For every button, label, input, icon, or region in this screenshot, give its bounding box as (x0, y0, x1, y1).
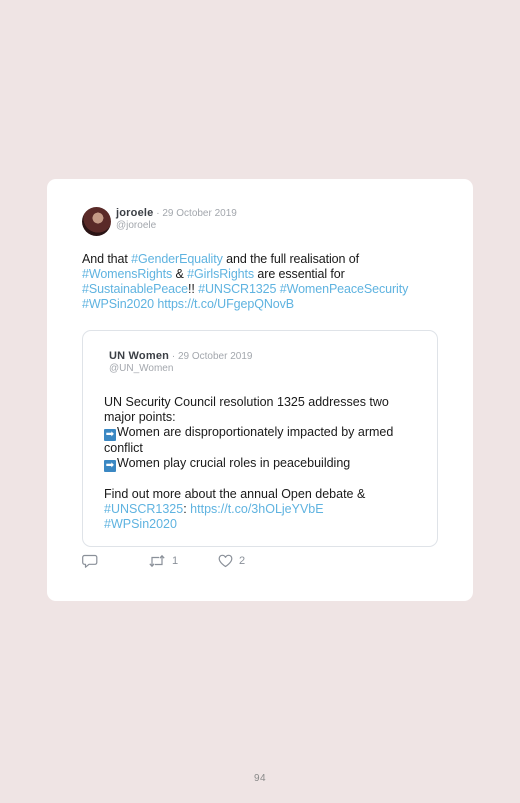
hashtag-link[interactable]: #GirlsRights (187, 267, 254, 281)
tweet-date[interactable]: · 29 October 2019 (153, 208, 237, 219)
quoted-text-line: #UNSCR1325: https://t.co/3hOLjeYVbE (104, 502, 424, 517)
quoted-tweet-text: UN Security Council resolution 1325 addr… (104, 395, 424, 532)
retweet-icon (149, 554, 165, 568)
quoted-author-handle[interactable]: @UN_Women (109, 363, 252, 375)
tweet-meta: joroele · 29 October 2019 @joroele (116, 206, 237, 232)
page-number: 94 (253, 773, 267, 784)
quoted-tweet-date[interactable]: · 29 October 2019 (169, 351, 253, 362)
hashtag-link[interactable]: #WPSin2020 (104, 517, 177, 531)
tweet-text-line: And that #GenderEquality and the full re… (82, 252, 452, 267)
reply-button[interactable] (82, 554, 98, 569)
quoted-text-line: conflict (104, 441, 143, 455)
quoted-text-line: #WPSin2020 (104, 517, 424, 532)
quoted-text-line: Find out more about the annual Open deba… (104, 487, 366, 501)
tweet-text: And that #GenderEquality and the full re… (82, 252, 452, 312)
tweet-header: joroele · 29 October 2019 @joroele (82, 206, 237, 236)
quoted-tweet-header: UN Women · 29 October 2019 @UN_Women (109, 349, 252, 375)
hashtag-link[interactable]: #WomensRights (82, 267, 172, 281)
text-segment: are essential for (254, 267, 345, 281)
author-name[interactable]: joroele (116, 207, 153, 219)
tweet-text-line: #WomensRights & #GirlsRights are essenti… (82, 267, 452, 282)
hashtag-link[interactable]: #UNSCR1325 (198, 282, 276, 296)
hashtag-link[interactable]: #GenderEquality (131, 252, 223, 266)
tweet-card: joroele · 29 October 2019 @joroele And t… (47, 179, 473, 601)
text-segment: and the full realisation of (222, 252, 359, 266)
text-segment: & (172, 267, 188, 281)
hashtag-link[interactable]: #SustainablePeace (82, 282, 188, 296)
url-link[interactable]: https://t.co/3hOLjeYVbE (190, 502, 323, 516)
quoted-author-name[interactable]: UN Women (109, 350, 169, 362)
tweet-text-line: #SustainablePeace!! #UNSCR1325 #WomenPea… (82, 282, 452, 297)
text-segment: Women play crucial roles in peacebuildin… (117, 456, 351, 470)
author-handle[interactable]: @joroele (116, 220, 237, 232)
hashtag-link[interactable]: #UNSCR1325 (104, 502, 183, 516)
tweet-actions: 1 2 (82, 554, 282, 570)
hashtag-link[interactable]: #WomenPeaceSecurity (280, 282, 409, 296)
retweet-button[interactable]: 1 (148, 554, 178, 568)
heart-icon (218, 554, 233, 568)
quoted-text-line: UN Security Council resolution 1325 addr… (104, 395, 389, 409)
tweet-text-line: #WPSin2020 https://t.co/UFgepQNovB (82, 297, 452, 312)
quoted-text-line: major points: (104, 410, 176, 424)
like-count: 2 (239, 555, 246, 567)
text-segment: And that (82, 252, 132, 266)
url-link[interactable]: https://t.co/UFgepQNovB (157, 297, 294, 311)
like-button[interactable]: 2 (218, 554, 245, 568)
quoted-tweet[interactable]: UN Women · 29 October 2019 @UN_Women UN … (82, 330, 438, 547)
retweet-count: 1 (172, 555, 179, 567)
text-segment: !! (188, 282, 199, 296)
hashtag-link[interactable]: #WPSin2020 (82, 297, 154, 311)
text-segment: Women are disproportionately impacted by… (117, 425, 394, 439)
speech-bubble-icon (82, 554, 98, 568)
avatar[interactable] (82, 207, 111, 236)
quoted-text-line: ➡ Women play crucial roles in peacebuildi… (104, 456, 424, 472)
right-arrow-icon: ➡ (104, 460, 116, 472)
quoted-text-line: ➡ Women are disproportionately impacted b… (104, 425, 424, 441)
right-arrow-icon: ➡ (104, 429, 116, 441)
